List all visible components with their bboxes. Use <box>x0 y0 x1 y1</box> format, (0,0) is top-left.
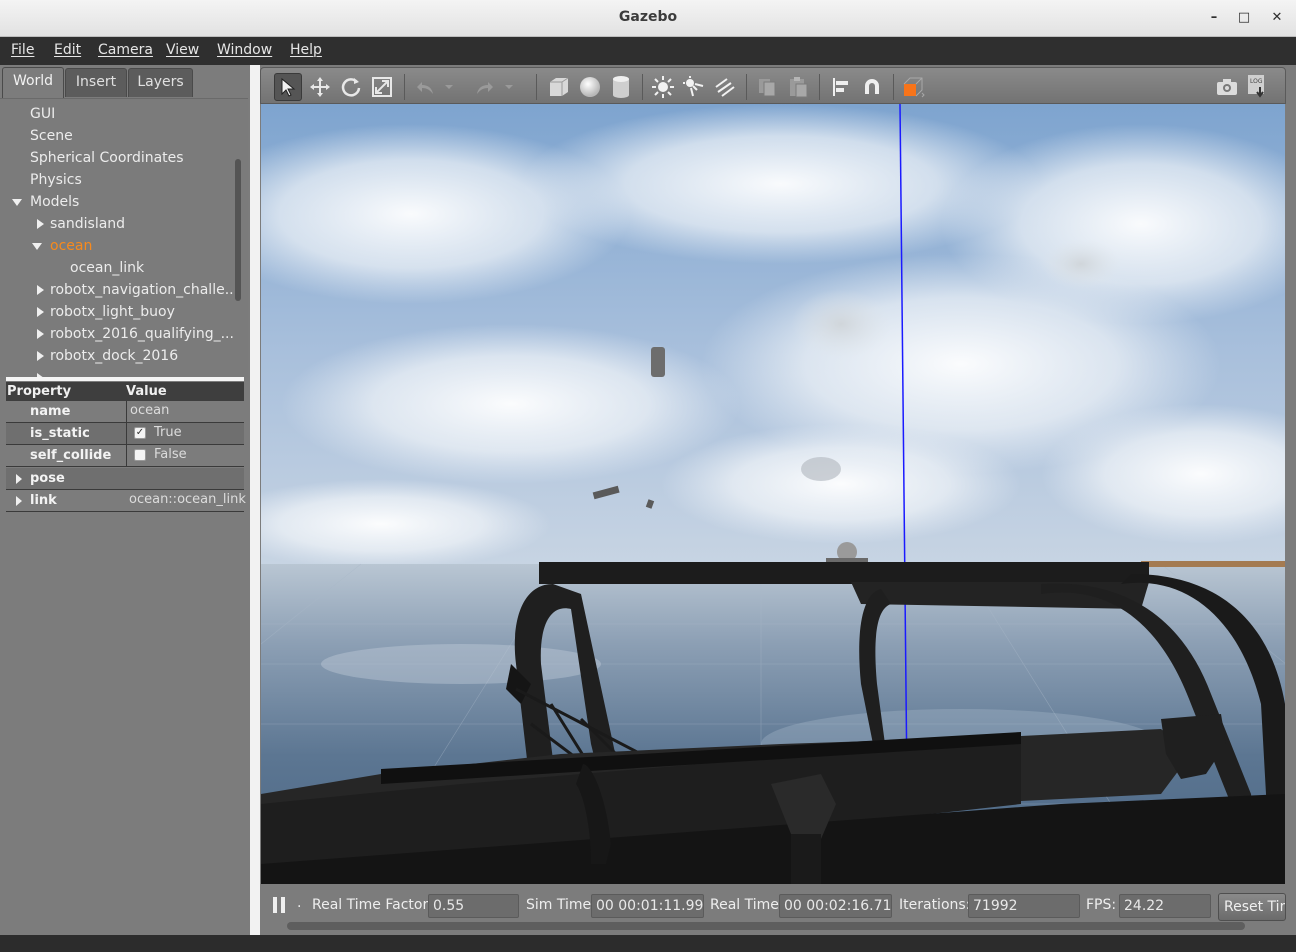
point-light-icon[interactable] <box>649 73 677 101</box>
sphere-shape-icon[interactable] <box>576 73 604 101</box>
reset-time-button[interactable]: Reset Time <box>1218 893 1286 921</box>
menu-bar: File Edit Camera View Window Help <box>0 37 1296 65</box>
scale-tool-icon[interactable] <box>368 73 396 101</box>
left-panel: World Insert Layers GUI Scene Spherical … <box>0 65 250 935</box>
step-indicator[interactable]: . <box>297 895 301 911</box>
rotate-tool-icon[interactable] <box>337 73 365 101</box>
undo-icon[interactable] <box>411 73 439 101</box>
3d-scene-viewport[interactable] <box>261 104 1285 884</box>
select-tool-icon[interactable] <box>274 73 302 101</box>
box-shape-icon[interactable] <box>545 73 573 101</box>
property-row-pose[interactable]: pose <box>6 468 244 490</box>
toolbar-separator <box>642 74 643 100</box>
toolbar-separator <box>404 74 405 100</box>
fps-label: FPS: <box>1086 897 1117 913</box>
tree-scrollbar[interactable] <box>235 159 241 301</box>
property-row-name[interactable]: name ocean <box>6 401 244 423</box>
menu-help[interactable]: Help <box>290 42 322 58</box>
tree-item-ocean-link[interactable]: ocean_link <box>70 257 144 279</box>
value-column-header: Value <box>126 384 167 399</box>
tree-item-sandisland[interactable]: sandisland <box>0 213 240 235</box>
toolbar-separator <box>819 74 820 100</box>
real-time-value: 00 00:02:16.710 <box>779 894 892 918</box>
self-collide-checkbox[interactable] <box>134 449 146 461</box>
collapse-arrow-icon[interactable] <box>37 307 44 317</box>
iterations-label: Iterations: <box>899 897 971 913</box>
buoy-object <box>651 347 665 377</box>
panel-splitter[interactable] <box>6 377 244 381</box>
close-button[interactable]: ✕ <box>1268 9 1286 27</box>
tree-item-robotx-light-buoy[interactable]: robotx_light_buoy <box>0 301 240 323</box>
property-column-header: Property <box>7 384 72 399</box>
collapse-arrow-icon[interactable] <box>37 351 44 361</box>
toolbar: LOG <box>260 67 1286 104</box>
property-table-header: Property Value <box>6 382 244 401</box>
paste-icon[interactable] <box>784 73 812 101</box>
collapse-arrow-icon[interactable] <box>37 219 44 229</box>
menu-edit[interactable]: Edit <box>54 42 81 58</box>
translate-tool-icon[interactable] <box>306 73 334 101</box>
real-time-factor-label: Real Time Factor: <box>312 897 433 913</box>
tree-item-spherical-coordinates[interactable]: Spherical Coordinates <box>30 147 184 169</box>
sim-time-label: Sim Time: <box>526 897 596 913</box>
iterations-value: 71992 <box>968 894 1080 918</box>
property-row-self-collide[interactable]: self_collide False <box>6 445 244 467</box>
tree-item-models[interactable]: Models <box>0 191 240 213</box>
property-row-is-static[interactable]: is_static ✓ True <box>6 423 244 445</box>
screenshot-camera-icon[interactable] <box>1213 73 1241 101</box>
tree-item-scene[interactable]: Scene <box>30 125 73 147</box>
maximize-button[interactable]: □ <box>1235 9 1253 27</box>
expand-arrow-icon[interactable] <box>32 243 42 250</box>
tree-item-robotx-navigation[interactable]: robotx_navigation_challe... <box>0 279 240 301</box>
undo-history-chevron-down-icon[interactable] <box>442 73 456 101</box>
collapse-arrow-icon[interactable] <box>37 285 44 295</box>
minimize-button[interactable]: – <box>1205 9 1223 27</box>
redo-icon[interactable] <box>471 73 499 101</box>
menu-file[interactable]: File <box>11 42 34 58</box>
property-row-link[interactable]: link ocean::ocean_link <box>6 490 246 512</box>
collapse-arrow-icon[interactable] <box>37 329 44 339</box>
expand-arrow-icon[interactable] <box>16 496 22 506</box>
toolbar-separator <box>893 74 894 100</box>
fps-value: 24.22 <box>1119 894 1211 918</box>
log-download-icon[interactable]: LOG <box>1243 73 1271 101</box>
spot-light-icon[interactable] <box>680 73 708 101</box>
redo-history-chevron-down-icon[interactable] <box>502 73 516 101</box>
toolbar-separator <box>536 74 537 100</box>
is-static-checkbox[interactable]: ✓ <box>134 427 146 439</box>
tab-insert[interactable]: Insert <box>65 68 127 97</box>
view-angle-cube-icon[interactable] <box>899 73 927 101</box>
title-bar: Gazebo – □ ✕ <box>0 0 1296 37</box>
tree-item-physics[interactable]: Physics <box>30 169 82 191</box>
real-time-label: Real Time: <box>710 897 784 913</box>
tree-item-ocean[interactable]: ocean <box>0 235 240 257</box>
tree-item-robotx-dock-2016[interactable]: robotx_dock_2016 <box>0 345 240 367</box>
expand-arrow-icon[interactable] <box>12 199 22 206</box>
horizontal-scrollbar[interactable] <box>287 922 1245 930</box>
copy-icon[interactable] <box>753 73 781 101</box>
pause-icon[interactable] <box>273 897 286 913</box>
menu-camera[interactable]: Camera <box>98 42 153 58</box>
tab-world[interactable]: World <box>2 67 64 98</box>
tab-layers[interactable]: Layers <box>128 68 193 97</box>
menu-view[interactable]: View <box>166 42 199 58</box>
window-title: Gazebo <box>618 9 678 25</box>
svg-text:LOG: LOG <box>1250 78 1263 85</box>
menu-window[interactable]: Window <box>217 42 272 58</box>
real-time-factor-value: 0.55 <box>428 894 519 918</box>
scene-render <box>261 104 1285 884</box>
cylinder-shape-icon[interactable] <box>607 73 635 101</box>
tree-item-gui[interactable]: GUI <box>30 103 55 125</box>
toolbar-separator <box>746 74 747 100</box>
align-icon[interactable] <box>827 73 855 101</box>
tree-item-partial[interactable] <box>0 367 240 377</box>
world-tree: GUI Scene Spherical Coordinates Physics … <box>0 98 248 377</box>
expand-arrow-icon[interactable] <box>16 474 22 484</box>
tree-item-robotx-2016-qualifying[interactable]: robotx_2016_qualifying_... <box>0 323 240 345</box>
directional-light-icon[interactable] <box>711 73 739 101</box>
window-status-bar <box>0 935 1296 952</box>
snap-magnet-icon[interactable] <box>858 73 886 101</box>
sim-time-value: 00 00:01:11.992 <box>591 894 704 918</box>
